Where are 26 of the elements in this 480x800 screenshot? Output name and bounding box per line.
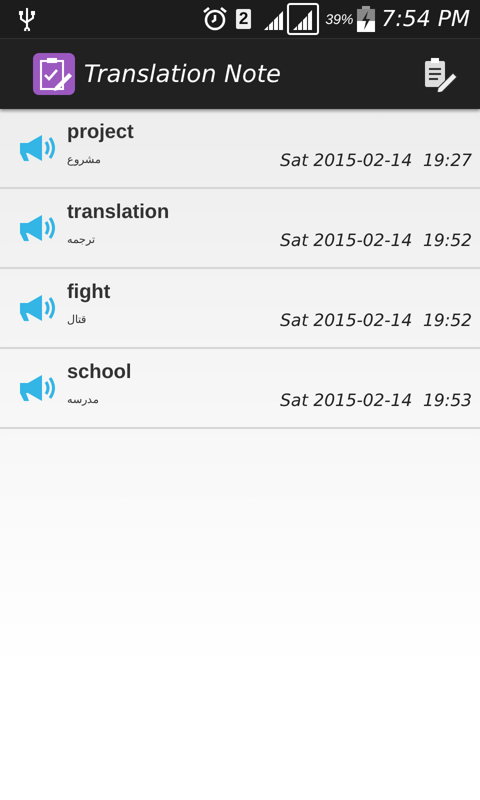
note-word: translation <box>67 201 170 224</box>
battery-charging-icon <box>357 6 376 32</box>
app-title: Translation Note <box>84 60 282 88</box>
note-word: school <box>67 361 132 384</box>
sim-badge: 2 <box>236 9 252 29</box>
note-date: Sat 2015-02-14 19:27 <box>280 151 472 171</box>
speaker-icon[interactable] <box>18 374 56 402</box>
note-date: Sat 2015-02-14 19:52 <box>280 231 472 251</box>
speaker-icon[interactable] <box>18 134 56 162</box>
note-date: Sat 2015-02-14 19:52 <box>280 311 472 331</box>
app-logo-icon <box>33 53 75 95</box>
note-translation: قتال <box>67 313 86 326</box>
note-translation: ترجمه <box>67 233 95 246</box>
note-date: Sat 2015-02-14 19:53 <box>280 391 472 411</box>
usb-icon <box>18 7 36 31</box>
note-translation: مدرسه <box>67 393 99 406</box>
alarm-icon <box>202 6 228 32</box>
note-translation: مشروع <box>67 153 101 166</box>
speaker-icon[interactable] <box>18 294 56 322</box>
battery-percent: 39% <box>325 11 354 27</box>
note-word: fight <box>67 281 110 304</box>
signal-icon <box>287 3 320 35</box>
edit-note-icon[interactable] <box>422 56 458 92</box>
speaker-icon[interactable] <box>18 214 56 242</box>
note-word: project <box>67 121 134 144</box>
clock-time: 7:54 PM <box>381 6 470 32</box>
